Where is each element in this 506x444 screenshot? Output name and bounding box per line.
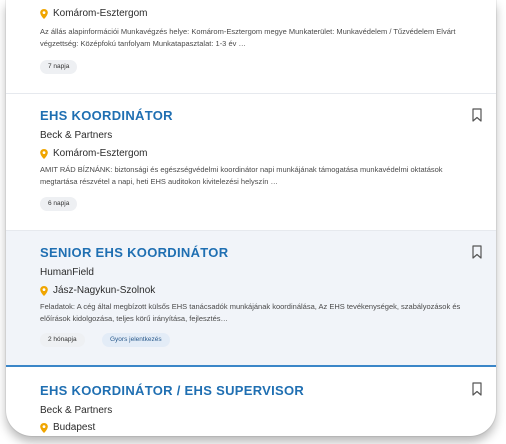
job-description: AMIT RÁD BÍZNÁNK: biztonsági és egészség… (40, 165, 443, 186)
job-company: Beck & Partners (40, 405, 113, 416)
quick-apply-badge: Gyors jelentkezés (102, 333, 170, 347)
job-card[interactable]: EHS KOORDINÁTOR / EHS SUPERVISOR Beck & … (6, 367, 496, 436)
job-location-label: Komárom-Esztergom (53, 148, 148, 159)
job-card[interactable]: SENIOR EHS KOORDINÁTOR HumanField Jász-N… (6, 231, 496, 365)
location-pin-icon (40, 285, 48, 296)
job-title[interactable]: EHS KOORDINÁTOR (40, 108, 173, 123)
posted-age-chip: 2 hónapja (40, 333, 85, 347)
posted-age-chip: 6 napja (40, 197, 78, 211)
job-location: Komárom-Esztergom (40, 148, 147, 159)
location-pin-icon (40, 8, 48, 19)
bookmark-icon[interactable] (472, 108, 482, 122)
location-pin-icon (40, 422, 48, 433)
job-title[interactable]: SENIOR EHS KOORDINÁTOR (40, 245, 228, 260)
posted-age-chip: 7 napja (40, 60, 78, 74)
job-title[interactable]: EHS KOORDINÁTOR / EHS SUPERVISOR (40, 383, 304, 398)
bookmark-icon[interactable] (472, 382, 482, 396)
job-card[interactable]: EHS KOORDINÁTOR Beck & Partners Komárom-… (6, 94, 496, 230)
location-pin-icon (40, 148, 48, 159)
job-description: Az állás alapinformációi Munkavégzés hel… (40, 27, 456, 48)
bookmark-icon[interactable] (472, 245, 482, 259)
job-list-frame: Komárom-Esztergom Az állás alapinformáci… (6, 0, 496, 436)
job-company: HumanField (40, 267, 94, 278)
job-location: Komárom-Esztergom (40, 8, 147, 19)
job-location-label: Jász-Nagykun-Szolnok (53, 285, 156, 296)
job-location: Jász-Nagykun-Szolnok (40, 285, 155, 296)
job-location: Budapest (40, 422, 95, 433)
job-location-label: Komárom-Esztergom (53, 8, 148, 19)
job-company: Beck & Partners (40, 130, 113, 141)
job-card[interactable]: Komárom-Esztergom Az állás alapinformáci… (6, 0, 496, 93)
job-location-label: Budapest (53, 422, 96, 433)
job-description: Feladatok: A cég által megbízott külsős … (40, 302, 461, 323)
